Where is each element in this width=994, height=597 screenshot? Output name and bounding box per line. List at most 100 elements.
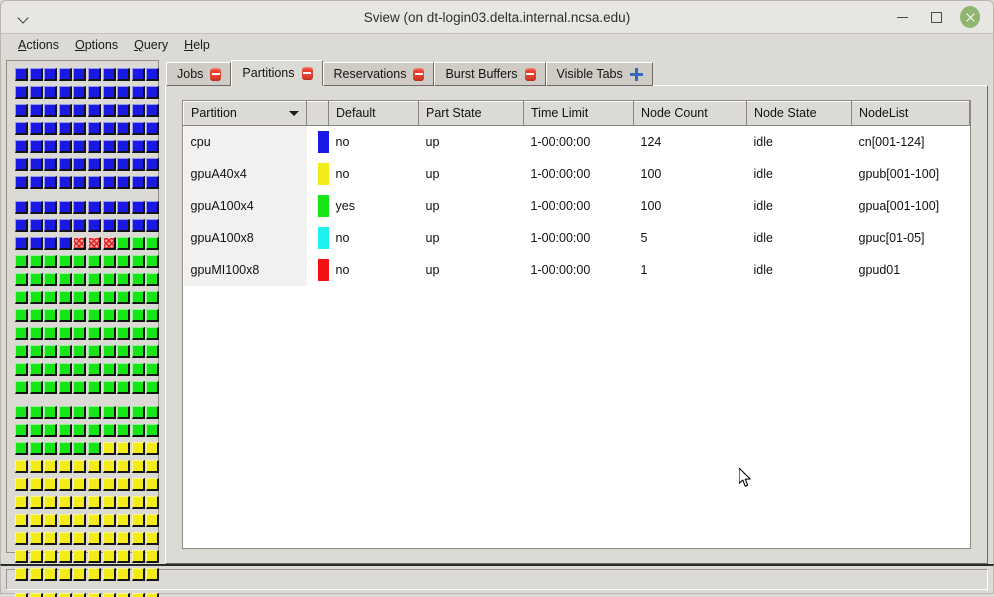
node-cell[interactable] [59,593,72,597]
node-cell[interactable] [132,550,145,563]
node-cell[interactable] [117,345,130,358]
node-cell[interactable] [146,219,159,232]
node-cell[interactable] [59,345,72,358]
node-cell[interactable] [117,550,130,563]
node-cell[interactable] [44,550,57,563]
node-cell[interactable] [88,309,101,322]
node-cell[interactable] [73,237,86,250]
node-cell[interactable] [44,363,57,376]
node-cell[interactable] [146,496,159,509]
node-cell[interactable] [15,406,28,419]
remove-tab-icon[interactable] [413,68,424,81]
node-cell[interactable] [117,255,130,268]
node-cell[interactable] [132,460,145,473]
node-cell[interactable] [88,104,101,117]
node-cell[interactable] [117,514,130,527]
node-cell[interactable] [88,550,101,563]
node-cell[interactable] [117,273,130,286]
node-grid[interactable] [15,68,167,597]
node-cell[interactable] [146,593,159,597]
node-cell[interactable] [132,381,145,394]
node-cell[interactable] [103,255,116,268]
node-cell[interactable] [103,345,116,358]
node-cell[interactable] [117,176,130,189]
node-cell[interactable] [117,237,130,250]
node-cell[interactable] [44,237,57,250]
node-cell[interactable] [44,68,57,81]
node-cell[interactable] [30,327,43,340]
node-cell[interactable] [146,345,159,358]
node-cell[interactable] [132,140,145,153]
menu-actions[interactable]: Actions [10,36,67,54]
node-cell[interactable] [117,568,130,581]
node-cell[interactable] [88,406,101,419]
node-cell[interactable] [59,550,72,563]
node-cell[interactable] [30,514,43,527]
node-cell[interactable] [146,514,159,527]
node-cell[interactable] [132,514,145,527]
node-cell[interactable] [73,176,86,189]
node-cell[interactable] [73,345,86,358]
node-cell[interactable] [88,255,101,268]
node-cell[interactable] [103,442,116,455]
node-cell[interactable] [44,442,57,455]
node-cell[interactable] [146,104,159,117]
node-cell[interactable] [30,158,43,171]
node-cell[interactable] [73,219,86,232]
node-cell[interactable] [59,86,72,99]
node-cell[interactable] [44,345,57,358]
node-cell[interactable] [117,68,130,81]
node-cell[interactable] [88,291,101,304]
node-cell[interactable] [59,201,72,214]
node-cell[interactable] [15,237,28,250]
node-cell[interactable] [146,550,159,563]
node-cell[interactable] [146,255,159,268]
node-cell[interactable] [15,550,28,563]
node-cell[interactable] [103,532,116,545]
node-cell[interactable] [103,176,116,189]
node-cell[interactable] [103,140,116,153]
node-cell[interactable] [15,381,28,394]
node-cell[interactable] [117,381,130,394]
column-header-default[interactable]: Default [329,102,419,126]
node-cell[interactable] [44,514,57,527]
window-menu-button[interactable] [1,1,45,33]
node-cell[interactable] [103,460,116,473]
node-cell[interactable] [44,478,57,491]
node-cell[interactable] [59,122,72,135]
node-cell[interactable] [132,237,145,250]
node-cell[interactable] [117,406,130,419]
node-cell[interactable] [44,140,57,153]
node-cell[interactable] [103,550,116,563]
table-row[interactable]: gpuA40x4noup1-00:00:00100idlegpub[001-10… [184,158,970,190]
node-cell[interactable] [15,363,28,376]
node-cell[interactable] [132,568,145,581]
node-cell[interactable] [30,291,43,304]
node-cell[interactable] [73,381,86,394]
node-cell[interactable] [44,104,57,117]
node-cell[interactable] [103,122,116,135]
node-cell[interactable] [15,86,28,99]
column-header-partition[interactable]: Partition [184,102,307,126]
node-cell[interactable] [146,86,159,99]
node-cell[interactable] [103,86,116,99]
node-cell[interactable] [117,201,130,214]
node-cell[interactable] [15,255,28,268]
node-cell[interactable] [88,532,101,545]
node-cell[interactable] [30,255,43,268]
node-cell[interactable] [132,104,145,117]
node-cell[interactable] [73,478,86,491]
node-cell[interactable] [146,140,159,153]
node-cell[interactable] [88,158,101,171]
node-cell[interactable] [59,568,72,581]
node-cell[interactable] [117,291,130,304]
node-cell[interactable] [59,496,72,509]
node-cell[interactable] [132,176,145,189]
node-cell[interactable] [44,406,57,419]
node-cell[interactable] [103,514,116,527]
node-cell[interactable] [44,327,57,340]
node-cell[interactable] [30,496,43,509]
node-cell[interactable] [132,255,145,268]
node-cell[interactable] [146,532,159,545]
node-cell[interactable] [15,122,28,135]
